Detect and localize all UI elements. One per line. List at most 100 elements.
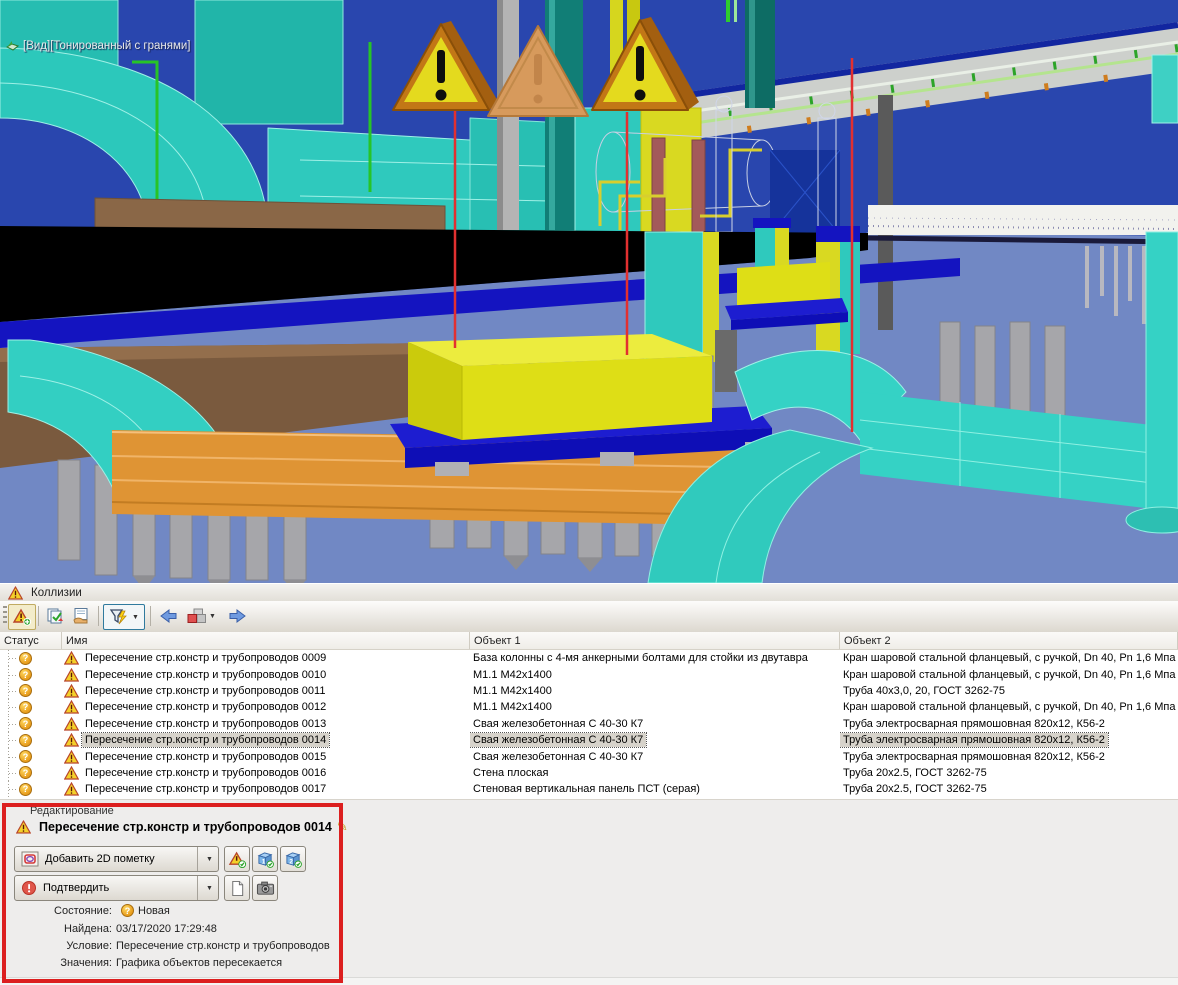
object1-cell[interactable]: М1.1 М42х1400 xyxy=(470,683,840,699)
object2-cell[interactable]: Кран шаровой стальной фланцевый, с ручко… xyxy=(840,699,1178,715)
view-mode-label: [Вид][Тонированный с гранями] xyxy=(6,40,190,52)
2d-markup-icon xyxy=(21,851,39,867)
table-row-selected[interactable]: ? Пересечение стр.констр и трубопроводов… xyxy=(0,732,1178,748)
edit-group-label: Редактирование xyxy=(30,805,114,817)
objects-dropdown-arrow[interactable]: ▼ xyxy=(209,613,216,620)
object2-cell[interactable]: Труба электросварная прямошовная 820х12,… xyxy=(840,716,1178,732)
status-question-icon: ? xyxy=(19,701,32,714)
column-header-object2[interactable]: Объект 2 xyxy=(840,632,1178,649)
show-object2-button[interactable]: 2 xyxy=(280,846,306,872)
collisions-toolbar: ▼ ▼ xyxy=(0,601,1178,633)
column-header-object1[interactable]: Объект 1 xyxy=(470,632,840,649)
table-row[interactable]: ? Пересечение стр.констр и трубопроводов… xyxy=(0,699,1178,715)
condition-value: Пересечение стр.констр и трубопроводов xyxy=(116,940,330,952)
viewport-3d[interactable]: [Вид][Тонированный с гранями] xyxy=(0,0,1178,583)
table-row[interactable]: ? Пересечение стр.констр и трубопроводов… xyxy=(0,781,1178,797)
status-cell: ? xyxy=(0,765,62,781)
rename-pencil-icon[interactable]: ✎ xyxy=(337,819,348,835)
approve-collision-button[interactable] xyxy=(224,846,250,872)
status-question-icon: ? xyxy=(19,750,32,763)
status-cell: ? xyxy=(0,666,62,682)
view-mode-icon xyxy=(6,40,19,52)
collision-warning-icon xyxy=(64,651,79,665)
object1-cell[interactable]: Свая железобетонная С 40-30 К7 xyxy=(470,716,840,732)
application-window: [Вид][Тонированный с гранями] Коллизии xyxy=(0,0,1178,985)
confirm-status-icon xyxy=(21,880,37,896)
camera-icon xyxy=(256,880,275,896)
confirm-dropdown[interactable]: ▼ xyxy=(197,876,218,900)
cubes-icon xyxy=(186,607,206,625)
document-hand-icon xyxy=(71,607,91,625)
selected-collision-title: Пересечение стр.констр и трубопроводов 0… xyxy=(39,820,332,834)
name-cell[interactable]: Пересечение стр.констр и трубопроводов 0… xyxy=(62,699,470,715)
table-row[interactable]: ? Пересечение стр.констр и трубопроводов… xyxy=(0,765,1178,781)
object2-cell[interactable]: Труба электросварная прямошовная 820х12,… xyxy=(840,732,1178,748)
table-header: Статус Имя Объект 1 Объект 2 xyxy=(0,632,1178,650)
object2-cell[interactable]: Труба 20х2.5, ГОСТ 3262-75 xyxy=(840,765,1178,781)
show-collision-objects-button[interactable]: ▼ xyxy=(183,604,219,628)
status-question-icon: ? xyxy=(19,734,32,747)
status-question-icon: ? xyxy=(19,783,32,796)
add-2d-markup-dropdown[interactable]: ▼ xyxy=(197,847,218,871)
show-object1-button[interactable]: 1 xyxy=(252,846,278,872)
found-value: 03/17/2020 17:29:48 xyxy=(116,923,217,935)
object1-cell[interactable]: М1.1 М42х1400 xyxy=(470,666,840,682)
object1-cell[interactable]: Свая железобетонная С 40-30 К7 xyxy=(470,732,840,748)
collision-warning-icon xyxy=(64,684,79,698)
object2-cell[interactable]: Кран шаровой стальной фланцевый, с ручко… xyxy=(840,650,1178,666)
collisions-panel-titlebar: Коллизии xyxy=(0,583,1178,601)
condition-row: Условие: Пересечение стр.констр и трубоп… xyxy=(12,940,330,952)
name-cell[interactable]: Пересечение стр.констр и трубопроводов 0… xyxy=(62,732,470,748)
table-row[interactable]: ? Пересечение стр.констр и трубопроводов… xyxy=(0,716,1178,732)
object1-cell[interactable]: Стена плоская xyxy=(470,765,840,781)
name-cell[interactable]: Пересечение стр.констр и трубопроводов 0… xyxy=(62,765,470,781)
status-cell: ? xyxy=(0,683,62,699)
status-cell: ? xyxy=(0,732,62,748)
filter-collisions-button[interactable]: ▼ xyxy=(103,604,145,630)
name-cell[interactable]: Пересечение стр.констр и трубопроводов 0… xyxy=(62,748,470,764)
cube-1-check-icon: 1 xyxy=(256,851,275,868)
status-cell: ? xyxy=(0,781,62,797)
table-row[interactable]: ? Пересечение стр.констр и трубопроводов… xyxy=(0,666,1178,682)
state-value: Новая xyxy=(138,905,170,917)
status-question-icon: ? xyxy=(121,904,134,917)
filter-dropdown-arrow[interactable]: ▼ xyxy=(132,614,139,621)
green-cable xyxy=(726,0,730,22)
previous-collision-button[interactable] xyxy=(156,604,180,628)
arrow-right-icon xyxy=(227,607,247,625)
column-header-name[interactable]: Имя xyxy=(62,632,470,649)
add-collision-check-button[interactable] xyxy=(8,604,36,630)
viewport-3d-scene[interactable] xyxy=(0,0,1178,583)
status-cell: ? xyxy=(0,699,62,715)
object1-cell[interactable]: Свая железобетонная С 40-30 К7 xyxy=(470,748,840,764)
add-2d-markup-button[interactable]: Добавить 2D пометку ▼ xyxy=(14,846,219,872)
new-note-button[interactable] xyxy=(224,875,250,901)
report-button[interactable] xyxy=(68,604,94,628)
name-cell[interactable]: Пересечение стр.констр и трубопроводов 0… xyxy=(62,716,470,732)
name-cell[interactable]: Пересечение стр.констр и трубопроводов 0… xyxy=(62,781,470,797)
check-documents-button[interactable] xyxy=(42,604,68,628)
collision-warning-icon xyxy=(64,750,79,764)
object1-cell[interactable]: Стеновая вертикальная панель ПСТ (серая) xyxy=(470,781,840,797)
object2-cell[interactable]: Труба 20х2.5, ГОСТ 3262-75 xyxy=(840,781,1178,797)
status-question-icon: ? xyxy=(19,668,32,681)
confirm-button[interactable]: Подтвердить ▼ xyxy=(14,875,219,901)
object2-cell[interactable]: Труба 40х3,0, 20, ГОСТ 3262-75 xyxy=(840,683,1178,699)
snapshot-button[interactable] xyxy=(252,875,278,901)
name-cell[interactable]: Пересечение стр.констр и трубопроводов 0… xyxy=(62,650,470,666)
toolbar-grip[interactable] xyxy=(3,606,7,626)
status-cell: ? xyxy=(0,748,62,764)
object2-cell[interactable]: Труба электросварная прямошовная 820х12,… xyxy=(840,748,1178,764)
name-cell[interactable]: Пересечение стр.констр и трубопроводов 0… xyxy=(62,666,470,682)
table-row[interactable]: ? Пересечение стр.констр и трубопроводов… xyxy=(0,748,1178,764)
table-row[interactable]: ? Пересечение стр.констр и трубопроводов… xyxy=(0,683,1178,699)
object2-cell[interactable]: Кран шаровой стальной фланцевый, с ручко… xyxy=(840,666,1178,682)
name-cell[interactable]: Пересечение стр.констр и трубопроводов 0… xyxy=(62,683,470,699)
collisions-panel-title: Коллизии xyxy=(31,587,82,599)
documents-check-icon xyxy=(45,607,65,625)
next-collision-button[interactable] xyxy=(225,604,249,628)
column-header-status[interactable]: Статус xyxy=(0,632,62,649)
object1-cell[interactable]: М1.1 М42х1400 xyxy=(470,699,840,715)
table-row[interactable]: ? Пересечение стр.констр и трубопроводов… xyxy=(0,650,1178,666)
object1-cell[interactable]: База колонны с 4-мя анкерными болтами дл… xyxy=(470,650,840,666)
